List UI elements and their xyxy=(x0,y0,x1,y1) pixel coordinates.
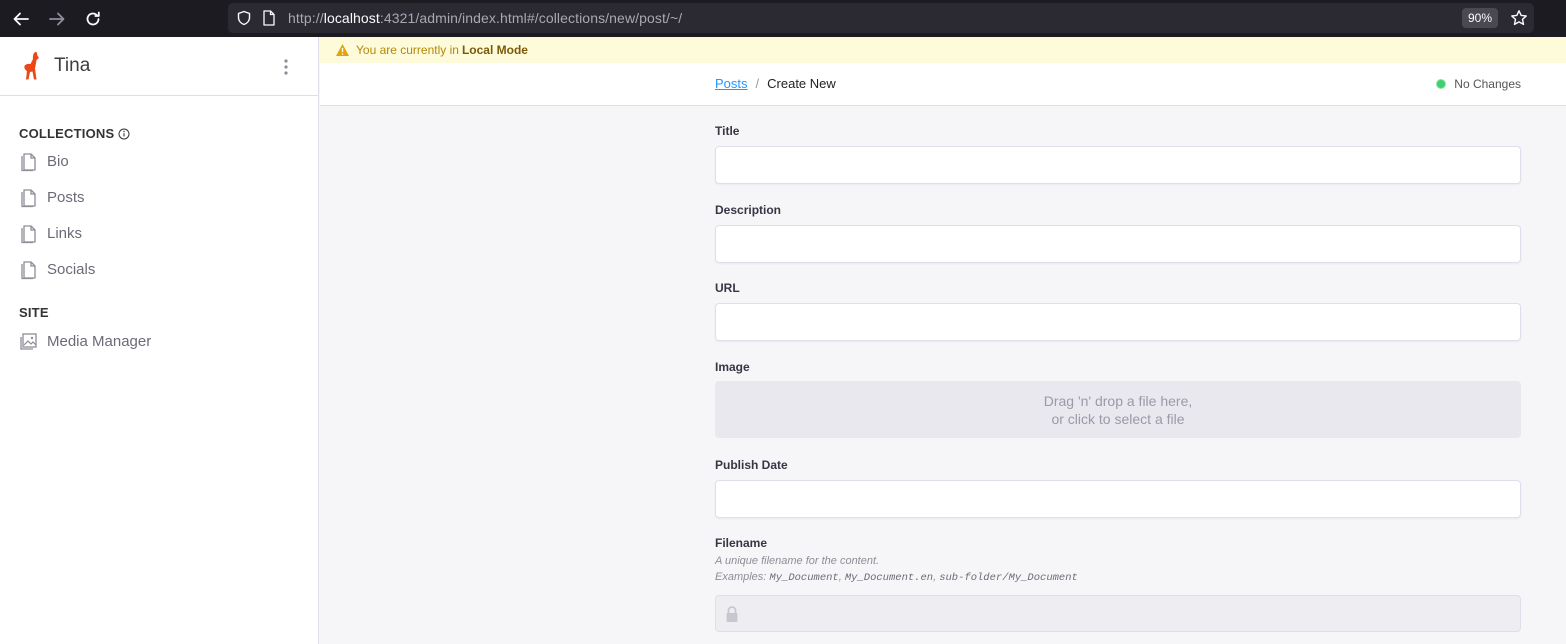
description-label: Description xyxy=(715,203,782,217)
reload-button[interactable] xyxy=(75,0,111,37)
url-text: http://localhost:4321/admin/index.html#/… xyxy=(288,10,683,26)
main-content: You are currently in Local Mode Posts / … xyxy=(320,37,1566,644)
breadcrumb-posts-link[interactable]: Posts xyxy=(715,76,748,91)
filename-input[interactable] xyxy=(715,595,1521,632)
publish-date-label: Publish Date xyxy=(715,458,788,472)
image-label: Image xyxy=(715,360,750,374)
document-icon xyxy=(21,261,36,280)
shield-icon[interactable] xyxy=(236,10,252,26)
filename-help: A unique filename for the content. Examp… xyxy=(715,553,1521,586)
local-mode-label: Local Mode xyxy=(461,43,528,57)
sidebar-item-posts[interactable]: Posts xyxy=(0,179,318,215)
breadcrumb: Posts / Create New xyxy=(715,76,836,91)
collections-heading: COLLECTIONS xyxy=(0,126,318,141)
image-dropzone[interactable]: Drag 'n' drop a file here, or click to s… xyxy=(715,381,1521,438)
reload-icon xyxy=(86,11,100,25)
url-label: URL xyxy=(715,281,740,295)
status-label: No Changes xyxy=(1454,77,1521,91)
sidebar-item-links[interactable]: Links xyxy=(0,215,318,251)
sidebar-item-socials[interactable]: Socials xyxy=(0,251,318,287)
sidebar-item-bio[interactable]: Bio xyxy=(0,143,318,179)
sidebar-item-label: Media Manager xyxy=(47,332,152,350)
lock-icon xyxy=(726,606,738,622)
forward-button[interactable] xyxy=(39,0,75,37)
image-icon xyxy=(20,333,37,350)
arrow-left-icon xyxy=(13,12,29,25)
sidebar-item-label: Links xyxy=(47,224,83,242)
title-input[interactable] xyxy=(715,146,1521,184)
sidebar-item-media-manager[interactable]: Media Manager xyxy=(0,323,318,359)
warning-icon xyxy=(336,44,349,56)
browser-toolbar: http://localhost:4321/admin/index.html#/… xyxy=(0,0,1566,37)
info-icon[interactable] xyxy=(118,128,130,140)
sidebar-item-label: Posts xyxy=(47,188,85,206)
breadcrumb-separator: / xyxy=(755,76,760,91)
description-input[interactable] xyxy=(715,225,1521,263)
brand-name: Tina xyxy=(54,55,91,76)
more-menu-icon[interactable] xyxy=(282,58,290,76)
sidebar-header: Tina xyxy=(0,37,318,96)
publish-date-input[interactable] xyxy=(715,480,1521,518)
filename-label: Filename xyxy=(715,536,768,550)
breadcrumb-current: Create New xyxy=(767,76,836,91)
collections-list: Bio Posts Links Socials xyxy=(0,143,318,287)
dropzone-line2: or click to select a file xyxy=(1051,410,1185,427)
sidebar-item-label: Socials xyxy=(47,260,96,278)
local-mode-banner: You are currently in Local Mode xyxy=(320,37,1566,63)
bookmark-star-icon[interactable] xyxy=(1510,9,1528,27)
form-header: Posts / Create New No Changes xyxy=(320,63,1566,106)
document-icon xyxy=(21,153,36,172)
document-icon xyxy=(21,225,36,244)
site-list: Media Manager xyxy=(0,323,318,359)
sidebar: Tina COLLECTIONS Bio Posts Links Socials… xyxy=(0,37,319,644)
zoom-indicator[interactable]: 90% xyxy=(1461,8,1498,28)
tina-llama-logo[interactable] xyxy=(21,51,45,81)
site-heading: SITE xyxy=(19,305,49,320)
url-input[interactable] xyxy=(715,303,1521,341)
filename-examples: Examples: My_Document, My_Document.en, s… xyxy=(715,571,1078,584)
document-icon xyxy=(21,189,36,208)
save-status: No Changes xyxy=(1436,77,1521,91)
back-button[interactable] xyxy=(3,0,39,37)
sidebar-item-label: Bio xyxy=(47,152,69,170)
status-dot xyxy=(1436,79,1447,89)
create-post-form: Title Description URL Image Drag 'n' dro… xyxy=(715,124,1521,632)
address-bar[interactable]: http://localhost:4321/admin/index.html#/… xyxy=(228,3,1534,33)
page-icon xyxy=(263,10,275,26)
dropzone-line1: Drag 'n' drop a file here, xyxy=(1043,392,1193,409)
title-label: Title xyxy=(715,124,740,138)
arrow-right-icon xyxy=(49,12,65,25)
